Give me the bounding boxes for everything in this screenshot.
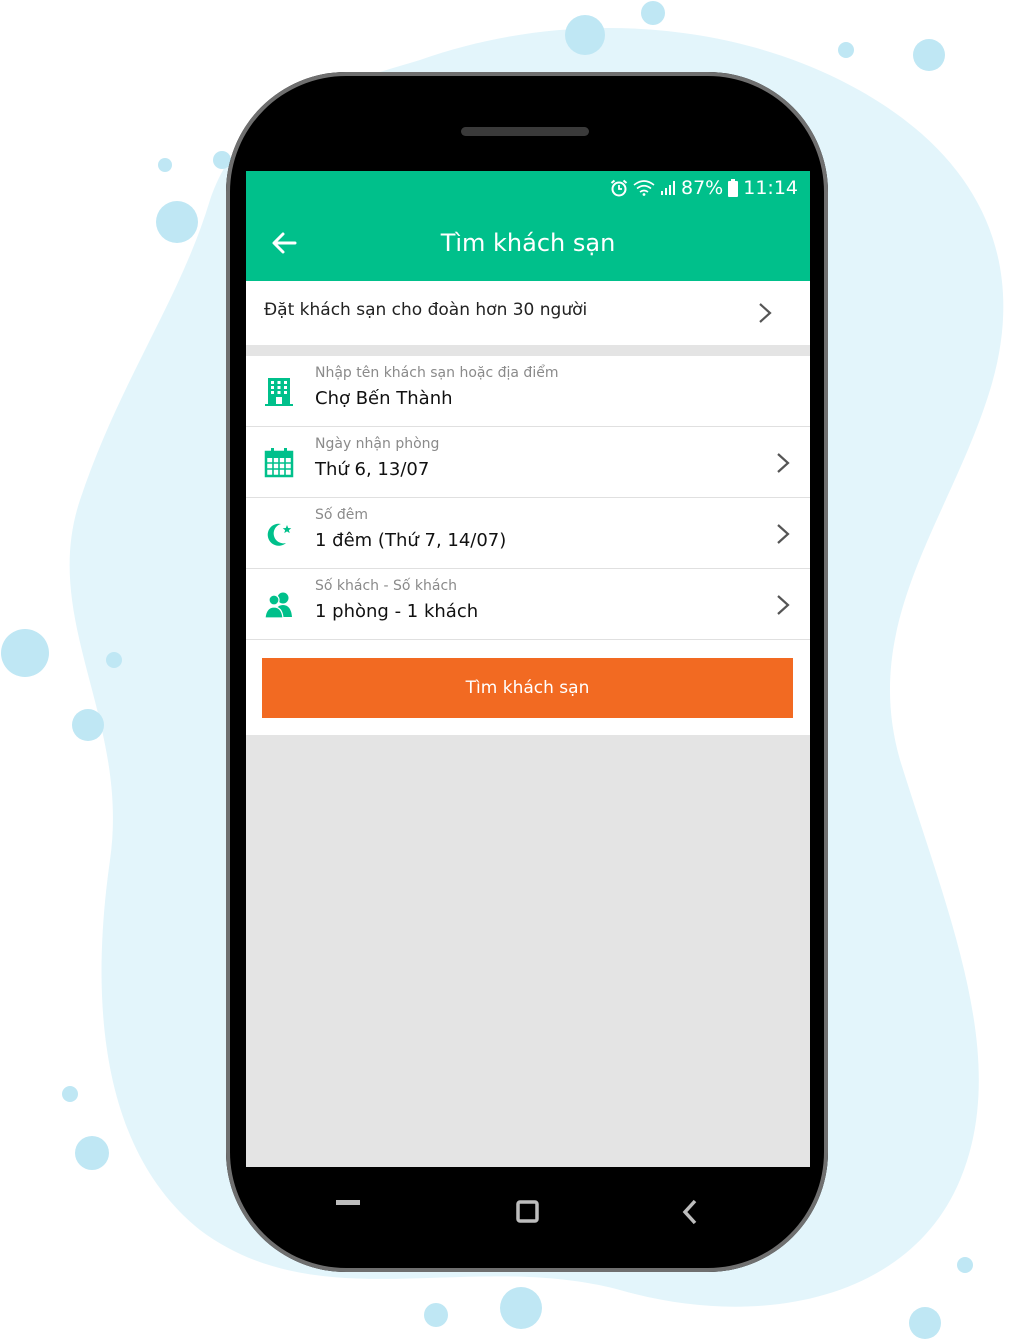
destination-label: Nhập tên khách sạn hoặc địa điểm (315, 365, 559, 381)
dot (424, 1303, 448, 1327)
dot (838, 42, 854, 58)
dot (72, 709, 104, 741)
chevron-right-icon (777, 453, 790, 473)
checkin-date-value: Thứ 6, 13/07 (315, 459, 430, 480)
guests-field[interactable]: Số khách - Số khách 1 phòng - 1 khách (246, 569, 810, 640)
dot (565, 15, 605, 55)
phone-screen: 87% 11:14 Tìm khách sạn Đặt khách sạn ch… (246, 171, 810, 1167)
battery-icon (728, 179, 739, 197)
app-bar: Tìm khách sạn (246, 205, 810, 281)
dot (641, 1, 665, 25)
dot (156, 201, 198, 243)
dot (158, 158, 172, 172)
battery-percent: 87% (681, 177, 724, 199)
clock: 11:14 (743, 177, 798, 199)
search-hotel-button[interactable]: Tìm khách sạn (262, 658, 793, 718)
dot (957, 1257, 973, 1273)
destination-value: Chợ Bến Thành (315, 388, 453, 409)
page-title: Tìm khách sạn (440, 229, 616, 257)
recent-apps-icon[interactable] (336, 1198, 362, 1208)
people-icon (264, 592, 292, 619)
search-form: Nhập tên khách sạn hoặc địa điểm Chợ Bến… (246, 356, 810, 735)
wifi-icon (633, 180, 655, 196)
signal-icon (661, 181, 675, 195)
nights-value: 1 đêm (Thứ 7, 14/07) (315, 530, 507, 551)
status-icons: 87% 11:14 (610, 175, 798, 201)
phone-speaker (461, 127, 589, 136)
status-bar: 87% 11:14 (246, 171, 810, 205)
dot (75, 1136, 109, 1170)
guests-label: Số khách - Số khách (315, 578, 458, 594)
dot (106, 652, 122, 668)
dot (62, 1086, 78, 1102)
nights-field[interactable]: Số đêm 1 đêm (Thứ 7, 14/07) (246, 498, 810, 569)
destination-field[interactable]: Nhập tên khách sạn hoặc địa điểm Chợ Bến… (246, 356, 810, 427)
dot (909, 1307, 941, 1339)
checkin-date-field[interactable]: Ngày nhận phòng Thứ 6, 13/07 (246, 427, 810, 498)
guests-value: 1 phòng - 1 khách (315, 601, 479, 622)
chevron-right-icon (777, 595, 790, 615)
chevron-right-icon (759, 303, 772, 323)
dot (500, 1287, 542, 1329)
back-icon[interactable] (680, 1198, 700, 1226)
hotel-building-icon (265, 378, 293, 406)
home-icon[interactable] (515, 1199, 541, 1225)
alarm-icon (610, 179, 628, 197)
checkin-date-label: Ngày nhận phòng (315, 436, 440, 452)
group-booking-label: Đặt khách sạn cho đoàn hơn 30 người (264, 300, 588, 320)
section-divider (246, 345, 810, 356)
dot (1, 629, 49, 677)
dot (913, 39, 945, 71)
nights-label: Số đêm (315, 507, 369, 523)
chevron-right-icon (777, 524, 790, 544)
calendar-icon (264, 448, 294, 478)
moon-star-icon (267, 523, 292, 546)
group-booking-row[interactable]: Đặt khách sạn cho đoàn hơn 30 người (246, 281, 810, 345)
